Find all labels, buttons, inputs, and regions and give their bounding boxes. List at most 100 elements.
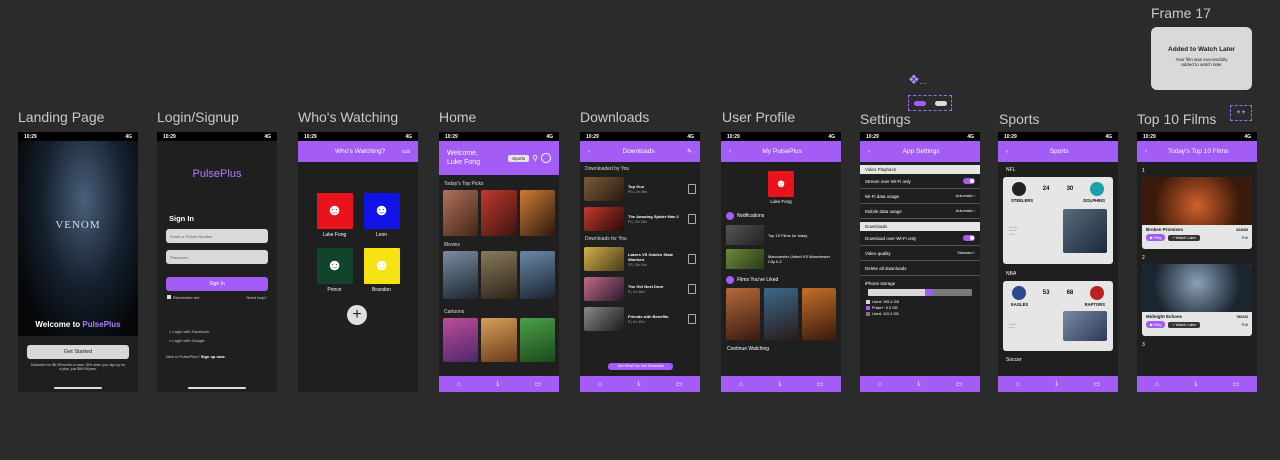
profile-name: Luke Fong <box>322 232 347 238</box>
wifi-only-toggle[interactable] <box>963 178 975 184</box>
screen-nav-icon[interactable]: ▭ <box>817 380 824 388</box>
screen-nav-icon[interactable]: ▭ <box>535 380 542 388</box>
screen-nav-icon[interactable]: ▭ <box>956 380 963 388</box>
phone-downloads: 10:29 4G ‹ Downloads ✎ Downloaded by You To… <box>580 132 700 392</box>
play-button[interactable]: ▶ Play <box>1146 321 1166 328</box>
see-downloads-button[interactable]: See What You Can Download <box>608 363 673 370</box>
home-nav-icon[interactable]: ⌂ <box>878 381 882 388</box>
download-item[interactable]: The Amazing Spider Man 2 PG | 2hr 22m <box>584 206 696 232</box>
delete-row[interactable]: Delete all downloads <box>860 261 980 276</box>
profile-tile[interactable]: ☻ Leon <box>358 193 405 238</box>
device-icon[interactable] <box>688 184 696 194</box>
poster-title: VENOM <box>55 219 101 231</box>
profile-avatar[interactable]: ☻ <box>768 171 794 197</box>
search-icon[interactable]: ⚲ <box>532 154 538 163</box>
profile-grid: ☻ Luke Fong ☻ Leon ☻ Prince ☻ Brandon <box>298 193 418 293</box>
profile-tile[interactable]: ☻ Luke Fong <box>311 193 358 238</box>
profile-tile[interactable]: ☻ Prince <box>311 248 358 293</box>
bottom-nav: ⌂ ⤓ ▭ <box>580 376 700 392</box>
top-picks-row[interactable] <box>439 190 559 236</box>
download-meta: PG | 2hr 22m <box>628 220 647 224</box>
download-nav-icon[interactable]: ⤓ <box>917 380 920 388</box>
wifi-data-row[interactable]: Wi-Fi data usage Automatic › <box>860 189 980 204</box>
edit-icon[interactable]: ✎ <box>687 148 692 155</box>
device-icon[interactable] <box>688 284 696 294</box>
help-link[interactable]: Need help? <box>247 295 267 300</box>
watch-later-button[interactable]: + Watch Later <box>1168 321 1200 328</box>
remember-checkbox[interactable]: Remember me <box>167 295 199 300</box>
download-title: The Amazing Spider Man 2 <box>628 214 679 219</box>
notifications-header: Notifications <box>726 212 836 220</box>
download-nav-icon[interactable]: ⤓ <box>637 380 640 388</box>
movies-row[interactable] <box>439 251 559 299</box>
toggle-variants[interactable] <box>908 95 952 111</box>
home-nav-icon[interactable]: ⌂ <box>598 381 602 388</box>
screen-nav-icon[interactable]: ▭ <box>1233 380 1240 388</box>
phone-home: 10:29 4G Welcome, Luke Fong Sports ⚲ Toda… <box>439 132 559 392</box>
who-title: Who's Watching? <box>335 148 386 155</box>
get-started-button[interactable]: Get Started <box>27 345 129 359</box>
frame-label-settings: Settings <box>860 111 911 127</box>
profile-avatar[interactable]: ☻ <box>316 248 353 284</box>
home-nav-icon[interactable]: ⌂ <box>1155 381 1159 388</box>
liked-row[interactable] <box>726 288 836 340</box>
profile-name: Prince <box>327 287 342 293</box>
watch-later-button[interactable]: + Watch Later <box>1168 234 1200 241</box>
profile-avatar[interactable]: ☻ <box>316 193 353 229</box>
home-nav-icon[interactable]: ⌂ <box>739 381 743 388</box>
film-card-2[interactable]: Midnight Echoes 780233 ▶ Play + Watch Lat… <box>1142 264 1252 336</box>
download-item[interactable]: Friends with Benefits R | 1hr 49m <box>584 306 696 332</box>
downloads-for-you: Downloads for You <box>585 236 627 242</box>
notification-item[interactable]: Top 10 Films for today <box>726 225 836 245</box>
cartoons-row[interactable] <box>439 318 559 362</box>
notification-item[interactable]: Manchester United VS Manchester City 0-2 <box>726 249 836 269</box>
edit-link[interactable]: Edit <box>402 149 410 154</box>
download-title: The Girl Next Door <box>628 284 664 289</box>
profile-tile[interactable]: ☻ Brandon <box>358 248 405 293</box>
dl-wifi-toggle[interactable] <box>963 235 975 241</box>
frame-label-downloads: Downloads <box>580 109 650 125</box>
download-nav-icon[interactable]: ⤓ <box>1194 380 1197 388</box>
screen-nav-icon[interactable]: ▭ <box>1094 380 1101 388</box>
avatar-icon[interactable] <box>541 153 551 163</box>
signin-button[interactable]: Sign In <box>166 277 268 291</box>
email-field[interactable]: Email or Phone Number <box>166 229 268 243</box>
device-icon[interactable] <box>688 314 696 324</box>
wifi-only-row[interactable]: Stream over Wi-Fi only <box>860 174 980 189</box>
game-card-nfl[interactable]: 24 30 STEELERS DOLPHINS ▪ ▪ ▪ ▪ ▪ ▪ ▪ ▪ ▪ ▪… <box>1003 177 1113 264</box>
quality-row[interactable]: Video quality Standard › <box>860 246 980 261</box>
profile-avatar[interactable]: ☻ <box>363 248 400 284</box>
profile-avatar[interactable]: ☻ <box>363 193 400 229</box>
phone-settings: 10:29 4G ‹ App Settings Video Playback Str… <box>860 132 980 392</box>
download-item[interactable]: Top Gun PG | 1hr 49m <box>584 176 696 202</box>
download-nav-icon[interactable]: ⤓ <box>778 380 781 388</box>
film-card-1[interactable]: Broken Promises 823065 ▶ Play + Watch Lat… <box>1142 177 1252 249</box>
sports-chip[interactable]: Sports <box>508 154 530 162</box>
screen-nav-icon[interactable]: ▭ <box>676 380 683 388</box>
device-icon[interactable] <box>688 214 696 224</box>
download-meta: R | 1hr 49m <box>628 320 645 324</box>
downloaded-by-you: Downloaded by You <box>585 166 630 172</box>
download-nav-icon[interactable]: ⤓ <box>496 380 499 388</box>
game-card-nba[interactable]: 53 68 EAGLES RAPTORS ▪ ▪ ▪ ▪ ▪ ▪ ▪ ▪ ▪ <box>1003 281 1113 351</box>
download-nav-icon[interactable]: ⤓ <box>1055 380 1058 388</box>
frame-label-login: Login/Signup <box>157 109 239 125</box>
download-item[interactable]: Lakers VS Golden State Warriors PG | 3hr … <box>584 246 696 272</box>
signup-line[interactable]: New to PulsePlus? Sign up now. <box>166 354 277 359</box>
home-nav-icon[interactable]: ⌂ <box>1016 381 1020 388</box>
mobile-data-row[interactable]: Mobile data usage Automatic › <box>860 204 980 219</box>
downloads-section: Downloads <box>860 222 980 231</box>
liked-header: Films You've Liked <box>726 276 836 284</box>
add-profile-button[interactable]: + <box>347 305 367 325</box>
play-button[interactable]: ▶ Play <box>1146 234 1166 241</box>
facebook-login[interactable]: ● Login with Facebook <box>169 329 277 334</box>
frame-label-sports: Sports <box>999 111 1040 127</box>
bottom-nav: ⌂ ⤓ ▭ <box>439 376 559 392</box>
download-item[interactable]: The Girl Next Door R | 1hr 48m <box>584 276 696 302</box>
password-field[interactable]: Password <box>166 250 268 264</box>
google-login[interactable]: ● Login with Google <box>169 338 277 343</box>
bottom-nav: ⌂ ⤓ ▭ <box>1137 376 1257 392</box>
home-nav-icon[interactable]: ⌂ <box>457 381 461 388</box>
dl-wifi-row[interactable]: Download over Wi-Fi only <box>860 231 980 246</box>
device-icon[interactable] <box>688 254 696 264</box>
